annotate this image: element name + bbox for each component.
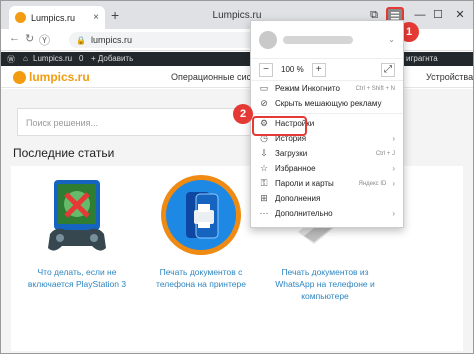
chevron-right-icon: › [392, 164, 395, 173]
wp-user-link[interactable]: играгнта [406, 54, 438, 63]
chevron-right-icon: › [392, 179, 395, 188]
refresh-icon[interactable]: ↻ [25, 32, 34, 45]
tab-title: Lumpics.ru [31, 12, 76, 23]
menu-item-hide-ads[interactable]: ⊘ Скрыть мешающую рекламу [251, 96, 403, 111]
avatar [259, 30, 277, 49]
article-card[interactable]: Что делать, если не включается PlayStati… [17, 166, 137, 290]
incognito-icon: ▭ [259, 83, 269, 93]
zoom-out-button[interactable]: − [259, 62, 273, 77]
step-badge-2: 2 [233, 104, 253, 124]
wordpress-icon[interactable]: Ⓦ [7, 54, 15, 65]
chevron-right-icon: › [392, 134, 395, 143]
logo-icon [13, 70, 26, 84]
nav-os-link[interactable]: Операционные сист [171, 72, 255, 82]
browser-tab[interactable]: Lumpics.ru × [9, 6, 105, 29]
nav-devices-link[interactable]: Устройства [426, 72, 473, 82]
article-card[interactable]: Печать документов с телефона на принтере [141, 166, 261, 290]
chevron-down-icon: ⌄ [388, 35, 395, 44]
section-title: Последние статьи [13, 146, 115, 160]
menu-item-passwords[interactable]: ⚿ Пароли и карты Яндекс ID › [251, 176, 403, 191]
fullscreen-icon[interactable]: ⤢ [381, 62, 395, 77]
menu-item-extensions[interactable]: ⊞ Дополнения [251, 191, 403, 206]
settings-highlight [252, 116, 307, 136]
yandex-icon[interactable]: Ⓨ [39, 32, 50, 48]
back-icon[interactable]: ← [9, 32, 20, 44]
article-caption[interactable]: Что делать, если не включается PlayStati… [17, 266, 137, 290]
wp-comments-count[interactable]: 0 [79, 54, 83, 63]
playstation-image [36, 174, 118, 256]
new-tab-button[interactable]: + [111, 8, 119, 22]
lock-icon: 🔒 [76, 35, 86, 45]
menu-item-incognito[interactable]: ▭ Режим Инкогнито Ctrl + Shift + N [251, 81, 403, 96]
logo-text: lumpics.ru [29, 70, 90, 84]
close-button[interactable]: ✕ [449, 7, 471, 23]
puzzle-icon: ⊞ [260, 193, 268, 203]
menu-item-favorites[interactable]: ☆ Избранное › [251, 161, 403, 176]
zoom-value: 100 % [281, 65, 304, 74]
tab-close-icon[interactable]: × [93, 12, 99, 23]
profile-row[interactable]: ⌄ [251, 21, 403, 59]
zoom-row: − 100 % + ⤢ [251, 59, 403, 81]
site-logo[interactable]: lumpics.ru [13, 70, 90, 84]
wp-add-new[interactable]: + Добавить [91, 54, 133, 63]
favicon-icon [15, 12, 26, 23]
block-icon: ⊘ [260, 98, 268, 108]
menu-item-downloads[interactable]: ⇩ Загрузки Ctrl + J [251, 146, 403, 161]
maximize-button[interactable]: ☐ [427, 7, 449, 23]
menu-divider [251, 113, 403, 114]
download-icon: ⇩ [260, 148, 268, 158]
url-text: lumpics.ru [90, 35, 132, 45]
browser-window: Lumpics.ru × + Lumpics.ru ⧉ — ☐ ✕ ← ↻ Ⓨ … [0, 0, 474, 354]
chevron-right-icon: › [392, 209, 395, 218]
star-icon: ☆ [259, 163, 269, 173]
more-icon: ⋯ [259, 208, 269, 218]
menu-item-more[interactable]: ⋯ Дополнительно › [251, 206, 403, 221]
wp-site-link[interactable]: Lumpics.ru [33, 54, 72, 63]
phone-printer-image [160, 174, 242, 256]
zoom-in-button[interactable]: + [311, 62, 326, 77]
article-caption[interactable]: Печать документов из WhatsApp на телефон… [265, 266, 385, 302]
wp-home-icon[interactable]: ⌂ [23, 54, 28, 63]
article-caption[interactable]: Печать документов с телефона на принтере [141, 266, 261, 290]
key-icon: ⚿ [260, 178, 268, 188]
profile-name-blurred [283, 35, 353, 44]
